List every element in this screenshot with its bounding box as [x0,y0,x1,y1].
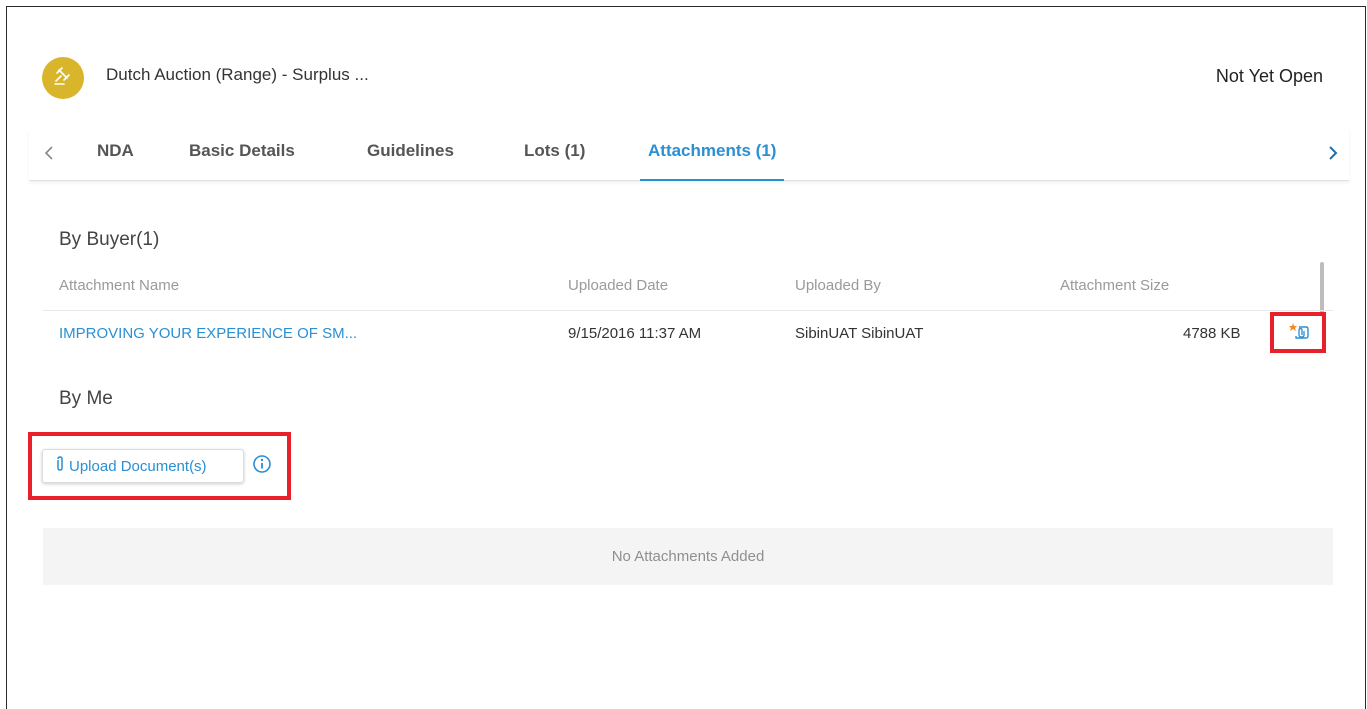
status-label: Not Yet Open [1215,66,1323,86]
by-buyer-title: By Buyer(1) [59,229,160,250]
column-header-name: Attachment Name [59,277,180,294]
upload-document-label: Upload Document(s) [69,457,207,475]
tab-scroll-left[interactable] [39,143,59,167]
scrollbar[interactable] [1320,262,1324,314]
header: Dutch Auction (Range) - Surplus ... Not … [7,7,1365,127]
uploaded-by: SibinUAT SibinUAT [795,325,924,342]
gavel-icon [52,65,74,92]
tab-lots[interactable]: Lots (1) [524,141,585,181]
tab-basic-details[interactable]: Basic Details [189,141,295,181]
tab-guidelines[interactable]: Guidelines [367,141,454,181]
uploaded-date: 9/15/2016 11:37 AM [568,325,702,342]
info-icon[interactable] [252,454,272,474]
empty-attachments-text: No Attachments Added [611,548,765,565]
chevron-left-icon [44,145,54,165]
upload-document-button[interactable]: Upload Document(s) [42,449,244,483]
paperclip-icon [55,455,65,477]
column-header-size: Attachment Size [1060,277,1170,294]
attachment-action-icon[interactable] [1287,320,1309,342]
header-divider [43,310,1333,311]
by-me-title: By Me [59,388,113,409]
tab-scroll-right[interactable] [1323,143,1343,167]
app-frame: Dutch Auction (Range) - Surplus ... Not … [6,6,1366,709]
attachment-size: 4788 KB [1183,325,1241,342]
column-header-uploaded-by: Uploaded By [795,277,881,294]
column-header-date: Uploaded Date [568,277,669,294]
chevron-right-icon [1328,145,1338,165]
empty-attachments-bar: No Attachments Added [43,528,1333,585]
tab-nda[interactable]: NDA [97,141,134,181]
avatar [42,57,84,99]
attachment-name-link[interactable]: IMPROVING YOUR EXPERIENCE OF SM... [59,325,357,342]
auction-title: Dutch Auction (Range) - Surplus ... [106,65,369,84]
tab-attachments[interactable]: Attachments (1) [640,141,785,181]
tab-bar: NDA Basic Details Guidelines Lots (1) At… [29,129,1349,181]
